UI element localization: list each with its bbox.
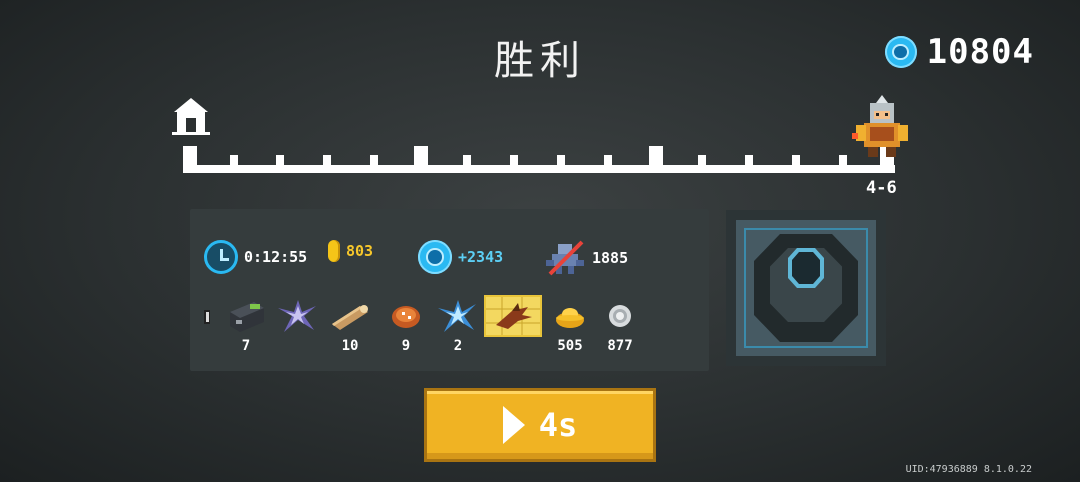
gem-balance: 10804	[884, 32, 1034, 72]
gold-coin-icon	[328, 240, 340, 262]
gems-earned-stat: +2343	[418, 240, 503, 274]
loot-item	[276, 298, 320, 358]
level-label: 4-6	[866, 178, 897, 198]
stopwatch-icon	[204, 240, 238, 274]
chest-gem-center	[792, 252, 820, 284]
progress-node	[323, 155, 331, 173]
progress-node	[230, 155, 238, 173]
wood-log-icon	[332, 305, 368, 330]
gem-icon	[884, 36, 917, 68]
gold-stat: 803	[328, 240, 373, 262]
treasure-chest-icon	[736, 220, 876, 356]
kills-stat: 1885	[544, 240, 628, 276]
loot-item: 9	[384, 298, 428, 358]
gold-ingot-icon	[556, 308, 584, 328]
kill-count-icon	[546, 240, 584, 276]
continue-button[interactable]: 4s	[424, 388, 656, 462]
progress-node	[839, 155, 847, 173]
loot-item: 7	[224, 298, 268, 358]
progress-node	[698, 155, 706, 173]
home-icon	[172, 98, 210, 135]
ice-crystal-icon	[438, 300, 476, 332]
loot-count: 10	[341, 338, 359, 354]
loot-item: 10	[328, 298, 372, 358]
countdown-label: 4s	[538, 406, 578, 444]
gems-earned-value: +2343	[458, 248, 504, 266]
knight-avatar	[852, 95, 908, 157]
loot-count: 7	[241, 338, 251, 354]
loot-count: 877	[607, 338, 633, 354]
loot-item	[200, 298, 212, 358]
dark-crystal-icon	[278, 300, 316, 332]
partial-item-icon	[204, 310, 210, 324]
gem-icon	[418, 240, 452, 274]
battery-block-icon	[230, 302, 264, 332]
loot-item: 2	[436, 298, 480, 358]
progress-node	[557, 155, 565, 173]
time-value: 0:12:55	[244, 248, 308, 266]
kills-value: 1885	[592, 249, 629, 267]
silver-coin-icon	[609, 305, 631, 327]
progress-node	[414, 146, 428, 173]
loot-item	[484, 295, 542, 358]
progress-node	[183, 146, 197, 173]
dragon-blueprint-icon	[484, 295, 542, 337]
progress-node	[604, 155, 612, 173]
loot-count: 505	[557, 338, 583, 354]
loot-count: 2	[453, 338, 463, 354]
loot-item: 505	[548, 298, 592, 358]
progress-node	[745, 155, 753, 173]
progress-node	[792, 155, 800, 173]
loot-count: 9	[401, 338, 411, 354]
meat-icon	[392, 306, 420, 328]
progress-node	[463, 155, 471, 173]
progress-node	[276, 155, 284, 173]
gold-value: 803	[346, 242, 374, 260]
time-stat: 0:12:55	[204, 240, 307, 274]
progress-node	[510, 155, 518, 173]
progress-node	[370, 155, 378, 173]
progress-node	[649, 146, 663, 173]
reward-chest[interactable]	[726, 210, 886, 366]
loot-item: 877	[598, 298, 642, 358]
progress-line	[183, 165, 895, 173]
uid-version-label: UID:47936889 8.1.0.22	[905, 464, 1032, 475]
play-icon	[502, 406, 525, 444]
gem-count: 10804	[926, 32, 1034, 72]
